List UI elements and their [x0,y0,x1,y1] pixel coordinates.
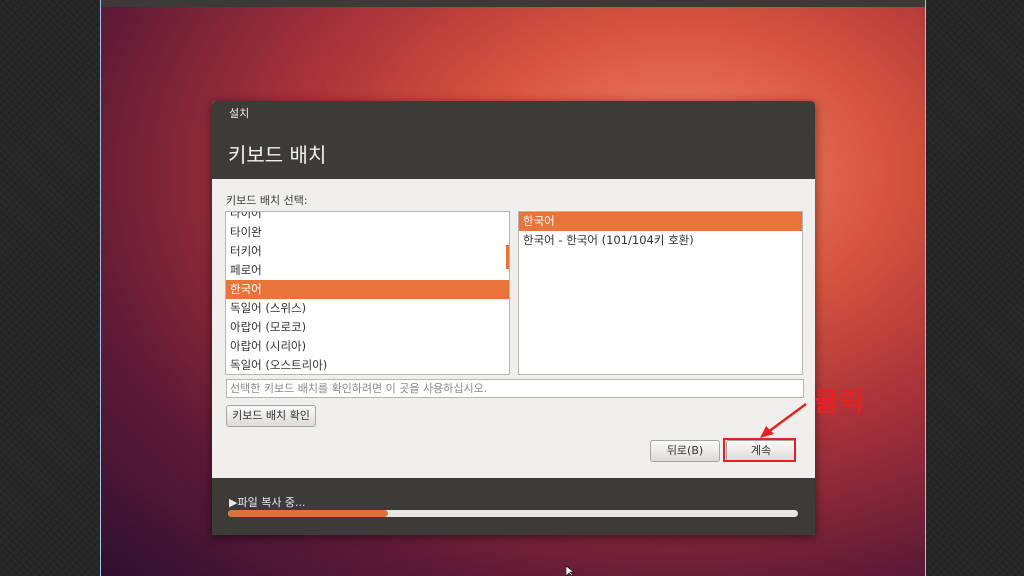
continue-highlight-box [723,438,796,462]
keyboard-test-input[interactable]: 선택한 키보드 배치를 확인하려면 이 곳을 사용하십시오. [226,379,804,398]
dialog-footer: ▶파일 복사 중... [212,478,815,535]
layout-item[interactable]: 페로어 [226,261,509,280]
dialog-header: 설치 키보드 배치 [212,101,815,179]
variant-item[interactable]: 한국어 - 한국어 (101/104키 호환) [519,231,802,250]
detect-layout-button[interactable]: 키보드 배치 확인 [226,405,316,427]
window-title: 설치 [229,107,250,120]
vm-screen: 설치 키보드 배치 키보드 배치 선택: 타이어 타이완 터키어 페로어 한국어 독일어 … [100,0,926,576]
back-button[interactable]: 뒤로(B) [650,440,720,462]
progress-fill [228,510,388,517]
layout-list-scrollbar[interactable] [506,245,509,269]
layout-item[interactable]: 독일어 (오스트리아) [226,356,509,374]
variant-list[interactable]: 한국어 한국어 - 한국어 (101/104키 호환) [518,211,803,375]
layout-item[interactable]: 아랍어 (모로코) [226,318,509,337]
mouse-cursor-icon [566,566,575,576]
layout-item[interactable]: 타이완 [226,223,509,242]
status-text: ▶파일 복사 중... [229,496,306,509]
page-title: 키보드 배치 [228,143,327,167]
layout-item[interactable]: 독일어 (스위스) [226,299,509,318]
layout-item[interactable]: 터키어 [226,242,509,261]
top-panel [101,0,925,7]
layout-list[interactable]: 타이어 타이완 터키어 페로어 한국어 독일어 (스위스) 아랍어 (모로코) 아랍어 (시리… [225,211,510,375]
variant-item[interactable]: 한국어 [519,212,802,231]
layout-item[interactable]: 아랍어 (시리아) [226,337,509,356]
section-label: 키보드 배치 선택: [226,194,308,207]
layout-item[interactable]: 타이어 [226,212,509,223]
installer-dialog: 설치 키보드 배치 키보드 배치 선택: 타이어 타이완 터키어 페로어 한국어 독일어 … [212,101,815,535]
progress-bar [228,510,798,517]
click-annotation: 클릭 [814,387,864,418]
layout-item[interactable]: 한국어 [226,280,509,299]
